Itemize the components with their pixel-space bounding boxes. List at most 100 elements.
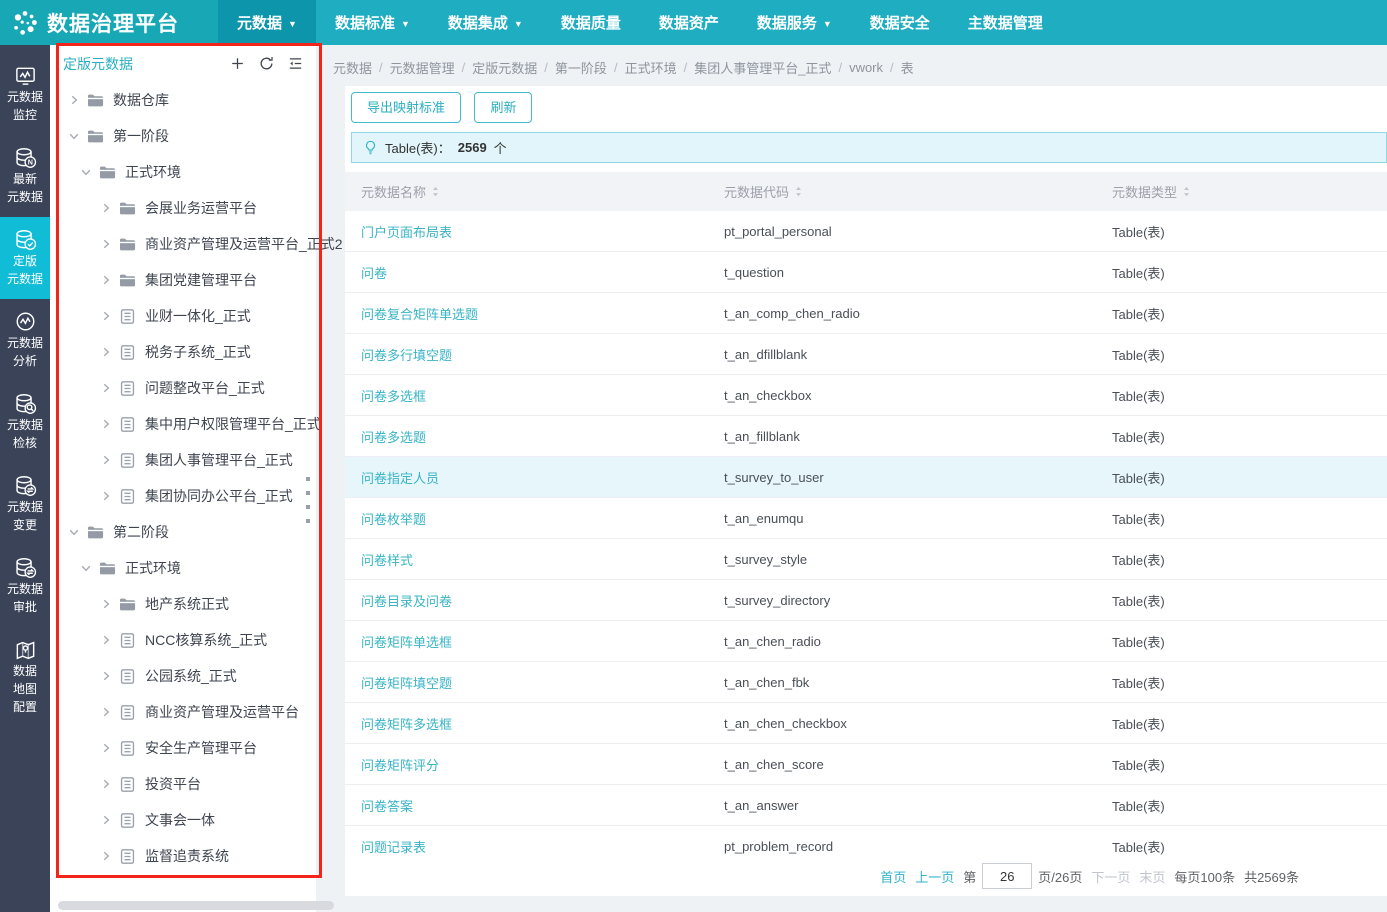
pagination-next[interactable]: 下一页	[1091, 867, 1130, 886]
tree-node[interactable]: 正式环境	[50, 550, 316, 586]
nav-item-6[interactable]: 数据安全	[851, 0, 949, 45]
chevron-right-icon[interactable]	[99, 597, 113, 611]
column-header-type[interactable]: 元数据类型	[1112, 182, 1387, 201]
refresh-button[interactable]: 刷新	[474, 92, 532, 123]
tree-node[interactable]: 集中用户权限管理平台_正式	[50, 406, 316, 442]
metadata-name-link[interactable]: 问卷答案	[345, 796, 724, 815]
chevron-right-icon[interactable]	[99, 633, 113, 647]
column-header-name[interactable]: 元数据名称	[345, 182, 724, 201]
chevron-right-icon[interactable]	[67, 93, 81, 107]
breadcrumb-item[interactable]: 正式环境	[625, 58, 677, 77]
sidebar-item-metadata-approval[interactable]: 元数据审批	[0, 545, 50, 627]
metadata-name-link[interactable]: 问卷多选框	[345, 386, 724, 405]
tree-node[interactable]: 商业资产管理及运营平台	[50, 694, 316, 730]
tree-node[interactable]: 问题整改平台_正式	[50, 370, 316, 406]
tree-node[interactable]: 会展业务运营平台	[50, 190, 316, 226]
collapse-tree-icon[interactable]	[287, 55, 304, 72]
breadcrumb-item[interactable]: 定版元数据	[472, 58, 537, 77]
breadcrumb-item[interactable]: 表	[901, 58, 914, 77]
tree-node[interactable]: 地产系统正式	[50, 586, 316, 622]
tree-node[interactable]: 业财一体化_正式	[50, 298, 316, 334]
sort-carets-icon[interactable]	[791, 184, 806, 199]
metadata-name-link[interactable]: 问卷	[345, 263, 724, 282]
tree-node[interactable]: 文事会一体	[50, 802, 316, 838]
metadata-name-link[interactable]: 门户页面布局表	[345, 222, 724, 241]
nav-item-1[interactable]: 数据标准▼	[316, 0, 429, 45]
tree-node[interactable]: 第一阶段	[50, 118, 316, 154]
chevron-right-icon[interactable]	[99, 381, 113, 395]
metadata-name-link[interactable]: 问卷样式	[345, 550, 724, 569]
sidebar-item-metadata-analysis[interactable]: 元数据分析	[0, 299, 50, 381]
chevron-right-icon[interactable]	[99, 489, 113, 503]
metadata-name-link[interactable]: 问题记录表	[345, 837, 724, 856]
chevron-down-icon[interactable]	[79, 561, 93, 575]
pagination-last[interactable]: 末页	[1139, 867, 1165, 886]
tree-node[interactable]: 税务子系统_正式	[50, 334, 316, 370]
chevron-right-icon[interactable]	[99, 669, 113, 683]
sidebar-item-data-map-config[interactable]: 数据地图配置	[0, 627, 50, 727]
breadcrumb-item[interactable]: 第一阶段	[555, 58, 607, 77]
nav-item-7[interactable]: 主数据管理	[949, 0, 1062, 45]
chevron-right-icon[interactable]	[99, 345, 113, 359]
metadata-name-link[interactable]: 问卷多行填空题	[345, 345, 724, 364]
chevron-right-icon[interactable]	[99, 705, 113, 719]
tree-node[interactable]: 投资平台	[50, 766, 316, 802]
chevron-right-icon[interactable]	[99, 741, 113, 755]
chevron-right-icon[interactable]	[99, 309, 113, 323]
chevron-down-icon[interactable]	[79, 165, 93, 179]
metadata-name-link[interactable]: 问卷矩阵单选框	[345, 632, 724, 651]
sidebar-item-metadata-monitor[interactable]: 元数据监控	[0, 53, 50, 135]
metadata-name-link[interactable]: 问卷矩阵多选框	[345, 714, 724, 733]
nav-item-3[interactable]: 数据质量	[542, 0, 640, 45]
nav-item-5[interactable]: 数据服务▼	[738, 0, 851, 45]
chevron-down-icon[interactable]	[67, 129, 81, 143]
metadata-name-link[interactable]: 问卷复合矩阵单选题	[345, 304, 724, 323]
panel-resize-handle[interactable]	[306, 477, 310, 523]
metadata-name-link[interactable]: 问卷目录及问卷	[345, 591, 724, 610]
tree-node[interactable]: NCC核算系统_正式	[50, 622, 316, 658]
nav-item-4[interactable]: 数据资产	[640, 0, 738, 45]
pagination-page-input[interactable]	[982, 863, 1032, 889]
tree-node[interactable]: 第二阶段	[50, 514, 316, 550]
sort-carets-icon[interactable]	[428, 184, 443, 199]
sidebar-item-metadata-check[interactable]: 元数据检核	[0, 381, 50, 463]
metadata-name-link[interactable]: 问卷矩阵填空题	[345, 673, 724, 692]
chevron-right-icon[interactable]	[99, 813, 113, 827]
sidebar-item-latest-metadata[interactable]: N最新元数据	[0, 135, 50, 217]
chevron-right-icon[interactable]	[99, 237, 113, 251]
metadata-name-link[interactable]: 问卷枚举题	[345, 509, 724, 528]
chevron-right-icon[interactable]	[99, 417, 113, 431]
pagination-first[interactable]: 首页	[880, 867, 906, 886]
export-mapping-button[interactable]: 导出映射标准	[351, 92, 461, 123]
column-header-code[interactable]: 元数据代码	[724, 182, 1112, 201]
tree-horizontal-scrollbar[interactable]	[58, 901, 334, 910]
breadcrumb-item[interactable]: 元数据管理	[390, 58, 455, 77]
chevron-right-icon[interactable]	[99, 777, 113, 791]
metadata-name-link[interactable]: 问卷矩阵评分	[345, 755, 724, 774]
chevron-right-icon[interactable]	[99, 849, 113, 863]
pagination-prev[interactable]: 上一页	[915, 867, 954, 886]
nav-item-2[interactable]: 数据集成▼	[429, 0, 542, 45]
refresh-icon[interactable]	[258, 55, 275, 72]
tree-node[interactable]: 正式环境	[50, 154, 316, 190]
tree-node[interactable]: 公园系统_正式	[50, 658, 316, 694]
sort-carets-icon[interactable]	[1179, 184, 1194, 199]
plus-icon[interactable]	[229, 55, 246, 72]
tree-node[interactable]: 安全生产管理平台	[50, 730, 316, 766]
chevron-right-icon[interactable]	[99, 201, 113, 215]
breadcrumb-item[interactable]: vwork	[849, 60, 883, 75]
chevron-right-icon[interactable]	[99, 453, 113, 467]
tree-node[interactable]: 集团人事管理平台_正式	[50, 442, 316, 478]
chevron-down-icon[interactable]	[67, 525, 81, 539]
breadcrumb-item[interactable]: 集团人事管理平台_正式	[694, 58, 831, 77]
metadata-name-link[interactable]: 问卷多选题	[345, 427, 724, 446]
breadcrumb-item[interactable]: 元数据	[333, 58, 372, 77]
tree-node[interactable]: 集团协同办公平台_正式	[50, 478, 316, 514]
tree-node[interactable]: 集团党建管理平台	[50, 262, 316, 298]
sidebar-item-versioned-metadata[interactable]: 定版元数据	[0, 217, 50, 299]
chevron-right-icon[interactable]	[99, 273, 113, 287]
sidebar-item-metadata-change[interactable]: 元数据变更	[0, 463, 50, 545]
metadata-name-link[interactable]: 问卷指定人员	[345, 468, 724, 487]
tree-node[interactable]: 监督追责系统	[50, 838, 316, 874]
nav-item-0[interactable]: 元数据▼	[218, 0, 316, 45]
